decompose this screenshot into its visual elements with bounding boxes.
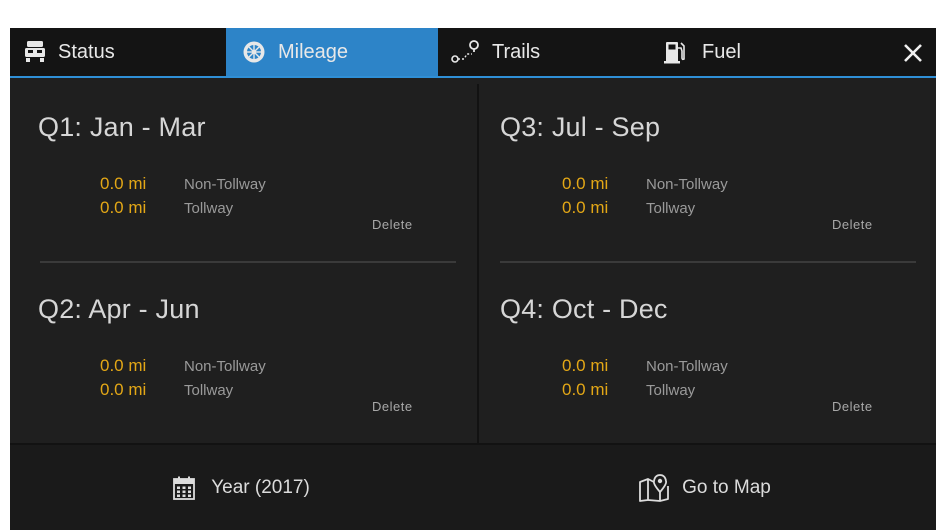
- quarter-title: Q3: Jul - Sep: [500, 112, 661, 142]
- tollway-value: 0.0 mi: [562, 380, 609, 399]
- quarter-card-q3: Q3: Jul - Sep 0.0 mi Non-Tollway 0.0 mi …: [478, 78, 918, 258]
- close-icon: [903, 43, 923, 63]
- tab-fuel[interactable]: Fuel: [664, 28, 864, 76]
- quarter-title: Q4: Oct - Dec: [500, 294, 668, 324]
- tollway-row: 0.0 mi Tollway: [100, 380, 233, 400]
- non-tollway-label: Non-Tollway: [184, 176, 266, 193]
- delete-button[interactable]: Delete: [372, 399, 413, 414]
- non-tollway-row: 0.0 mi Non-Tollway: [562, 174, 728, 194]
- quarter-card-q4: Q4: Oct - Dec 0.0 mi Non-Tollway 0.0 mi …: [478, 260, 918, 440]
- quarter-grid: Q1: Jan - Mar 0.0 mi Non-Tollway 0.0 mi …: [10, 78, 936, 443]
- quarter-card-q2: Q2: Apr - Jun 0.0 mi Non-Tollway 0.0 mi …: [10, 260, 450, 440]
- tollway-row: 0.0 mi Tollway: [562, 380, 695, 400]
- tab-mileage-label: Mileage: [278, 40, 349, 63]
- quarter-title: Q2: Apr - Jun: [38, 294, 200, 324]
- tab-mileage[interactable]: Mileage: [226, 28, 438, 76]
- mileage-screen: Status Mileage Trails Fuel Q1: Jan - Mar…: [10, 28, 936, 530]
- non-tollway-value: 0.0 mi: [100, 174, 147, 193]
- route-pin-icon: [450, 39, 480, 65]
- go-to-map-label: Go to Map: [682, 476, 771, 498]
- tollway-value: 0.0 mi: [100, 198, 147, 217]
- tollway-row: 0.0 mi Tollway: [562, 198, 695, 218]
- fuel-pump-icon: [664, 40, 686, 64]
- quarter-title: Q1: Jan - Mar: [38, 112, 206, 142]
- tollway-row: 0.0 mi Tollway: [100, 198, 233, 218]
- tab-fuel-label: Fuel: [702, 40, 741, 63]
- tab-trails-label: Trails: [492, 40, 541, 63]
- non-tollway-label: Non-Tollway: [646, 176, 728, 193]
- delete-button[interactable]: Delete: [372, 217, 413, 232]
- go-to-map-button[interactable]: Go to Map: [473, 445, 936, 530]
- close-button[interactable]: [896, 36, 930, 70]
- calendar-icon: [173, 476, 196, 500]
- tab-status[interactable]: Status: [10, 28, 224, 76]
- tollway-value: 0.0 mi: [100, 380, 147, 399]
- tollway-label: Tollway: [646, 382, 696, 399]
- non-tollway-row: 0.0 mi Non-Tollway: [100, 174, 266, 194]
- truck-icon: [24, 40, 46, 64]
- delete-button[interactable]: Delete: [832, 399, 873, 414]
- non-tollway-value: 0.0 mi: [562, 174, 609, 193]
- year-select-label: Year (2017): [211, 476, 310, 498]
- wheel-icon: [242, 40, 266, 64]
- non-tollway-label: Non-Tollway: [184, 358, 266, 375]
- tab-status-label: Status: [58, 40, 115, 63]
- non-tollway-row: 0.0 mi Non-Tollway: [562, 356, 728, 376]
- map-pin-icon: [638, 473, 670, 502]
- bottom-bar: Year (2017) Go to Map: [10, 443, 936, 530]
- non-tollway-value: 0.0 mi: [562, 356, 609, 375]
- tab-trails[interactable]: Trails: [446, 28, 640, 76]
- delete-button[interactable]: Delete: [832, 217, 873, 232]
- tollway-label: Tollway: [184, 200, 234, 217]
- quarter-card-q1: Q1: Jan - Mar 0.0 mi Non-Tollway 0.0 mi …: [10, 78, 450, 258]
- tollway-label: Tollway: [184, 382, 234, 399]
- tab-bar: Status Mileage Trails Fuel: [10, 28, 936, 78]
- non-tollway-label: Non-Tollway: [646, 358, 728, 375]
- tollway-value: 0.0 mi: [562, 198, 609, 217]
- tollway-label: Tollway: [646, 200, 696, 217]
- non-tollway-row: 0.0 mi Non-Tollway: [100, 356, 266, 376]
- non-tollway-value: 0.0 mi: [100, 356, 147, 375]
- year-select-button[interactable]: Year (2017): [10, 445, 473, 530]
